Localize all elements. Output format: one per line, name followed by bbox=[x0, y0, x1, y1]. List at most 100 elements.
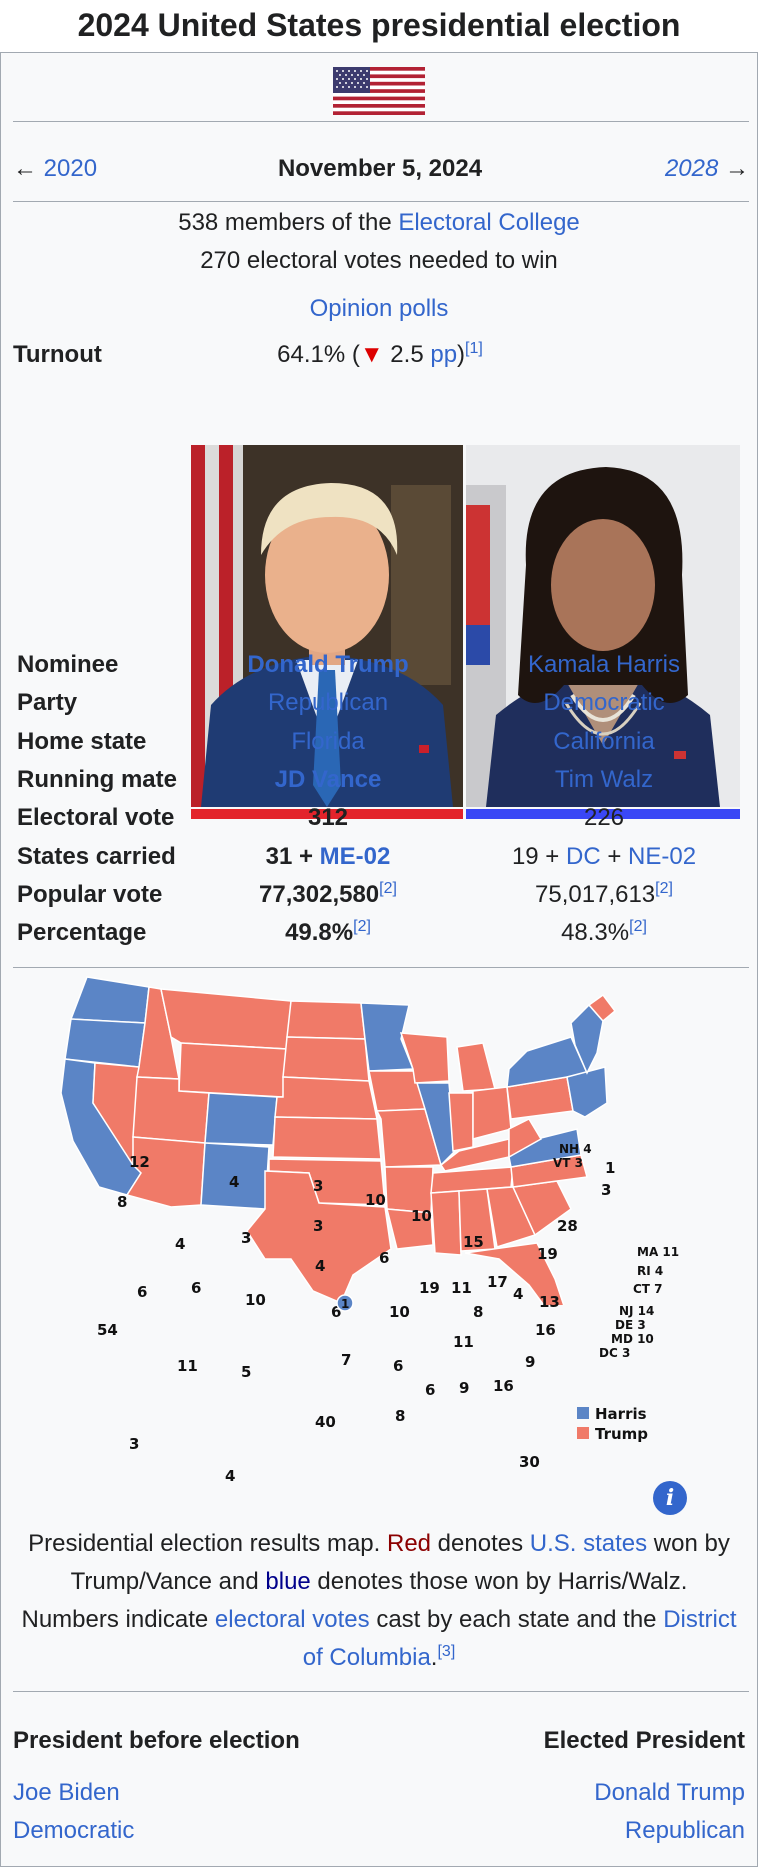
label-nc: 16 bbox=[535, 1321, 556, 1339]
decrease-triangle-icon: ▼ bbox=[359, 341, 384, 368]
plus-sign: + bbox=[600, 843, 629, 870]
democratic-party-link[interactable]: Democratic bbox=[467, 689, 741, 717]
trump-percentage: 49.8%[2] bbox=[191, 919, 465, 947]
harris-running-mate-link[interactable]: Tim Walz bbox=[467, 766, 741, 794]
percentage-label: Percentage bbox=[17, 919, 147, 946]
divider bbox=[13, 121, 749, 122]
ne-02-link[interactable]: NE-02 bbox=[628, 843, 696, 870]
label-ak: 3 bbox=[129, 1435, 139, 1453]
label-fl: 30 bbox=[519, 1453, 540, 1471]
trump-states-carried: 31 + ME-02 bbox=[191, 843, 465, 871]
label-ks: 6 bbox=[331, 1303, 341, 1321]
turnout-change: 2.5 bbox=[383, 341, 431, 368]
ref-link[interactable]: [2] bbox=[629, 918, 647, 935]
trump-home-state-link[interactable]: Florida bbox=[191, 728, 465, 756]
next-election-link[interactable]: 2028 → bbox=[665, 155, 749, 183]
president-before-label: President before election bbox=[13, 1727, 300, 1754]
divider bbox=[13, 967, 749, 968]
label-ar: 6 bbox=[393, 1357, 403, 1375]
harris-percentage: 48.3%[2] bbox=[467, 919, 741, 947]
republican-link[interactable]: Republican bbox=[625, 1817, 745, 1845]
ref-link[interactable]: [2] bbox=[353, 918, 371, 935]
trump-running-mate-link[interactable]: JD Vance bbox=[191, 766, 465, 794]
label-mo: 10 bbox=[389, 1303, 410, 1321]
running-mate-label: Running mate bbox=[17, 766, 177, 793]
arrow-right-icon: → bbox=[725, 155, 749, 182]
next-election-label: 2028 bbox=[664, 155, 719, 182]
label-ca: 54 bbox=[97, 1321, 118, 1339]
label-ms: 6 bbox=[425, 1381, 435, 1399]
trump-popular-vote: 77,302,580[2] bbox=[191, 881, 465, 909]
donald-trump-link[interactable]: Donald Trump bbox=[594, 1779, 745, 1807]
harris-popular-vote-value: 75,017,613 bbox=[535, 881, 656, 908]
electoral-college-link[interactable]: Electoral College bbox=[398, 209, 579, 236]
election-date: November 5, 2024 bbox=[277, 155, 483, 182]
harris-nominee-link[interactable]: Kamala Harris bbox=[467, 651, 741, 679]
label-nm: 5 bbox=[241, 1363, 251, 1381]
harris-home-state-link[interactable]: California bbox=[467, 728, 741, 756]
republican-party-link[interactable]: Republican bbox=[191, 689, 465, 717]
prev-election-label: 2020 bbox=[43, 155, 98, 182]
map-labels-layer bbox=[51, 973, 731, 1305]
pp-link[interactable]: pp bbox=[430, 341, 457, 368]
legend-trump-swatch bbox=[577, 1427, 589, 1439]
turnout-value: 64.1% (▼ 2.5 pp)[1] bbox=[201, 341, 559, 369]
us-map-image bbox=[60, 976, 617, 1305]
ref-link[interactable]: [2] bbox=[379, 880, 397, 897]
label-al: 9 bbox=[459, 1379, 469, 1397]
legend-harris-label: Harris bbox=[595, 1405, 647, 1423]
trump-nominee-link[interactable]: Donald Trump bbox=[191, 651, 465, 679]
harris-states-carried: 19 + DC + NE-02 bbox=[467, 843, 741, 871]
label-nj: NJ 14 bbox=[619, 1304, 654, 1318]
me-02-link[interactable]: ME-02 bbox=[320, 843, 391, 870]
ref-link[interactable]: [2] bbox=[655, 880, 673, 897]
label-tn: 11 bbox=[453, 1333, 474, 1351]
dc-link[interactable]: DC bbox=[566, 843, 601, 870]
trump-electoral-vote: 312 bbox=[307, 804, 349, 831]
ref-link[interactable]: [1] bbox=[465, 340, 483, 357]
label-md: MD 10 bbox=[611, 1332, 654, 1346]
legend-harris-swatch bbox=[577, 1407, 589, 1419]
states-carried-label: States carried bbox=[17, 843, 176, 870]
party-label: Party bbox=[17, 689, 78, 716]
label-ok: 7 bbox=[341, 1351, 351, 1369]
label-ky: 8 bbox=[473, 1303, 483, 1321]
caption-blue: blue bbox=[265, 1568, 311, 1595]
divider bbox=[13, 1691, 749, 1692]
electoral-college-line: 538 members of the Electoral College bbox=[1, 209, 757, 237]
harris-electoral-vote: 226 bbox=[583, 804, 625, 831]
electoral-votes-link[interactable]: electoral votes bbox=[215, 1606, 370, 1633]
legend-trump-label: Trump bbox=[595, 1425, 648, 1443]
us-states-link[interactable]: U.S. states bbox=[530, 1530, 647, 1557]
electoral-vote-label: Electoral vote bbox=[17, 804, 175, 831]
democratic-link[interactable]: Democratic bbox=[13, 1817, 134, 1845]
home-state-label: Home state bbox=[17, 728, 147, 755]
label-az: 11 bbox=[177, 1357, 198, 1375]
caption-text: Presidential election results map. bbox=[28, 1530, 387, 1557]
prev-election-link[interactable]: ← 2020 bbox=[13, 155, 97, 183]
label-hi: 4 bbox=[225, 1467, 235, 1485]
elected-president-label: Elected President bbox=[543, 1727, 745, 1754]
opinion-polls-link[interactable]: Opinion polls bbox=[1, 295, 757, 323]
info-icon[interactable]: i bbox=[653, 1481, 687, 1515]
divider bbox=[13, 201, 749, 202]
caption-red: Red bbox=[386, 1530, 432, 1557]
label-sc: 9 bbox=[525, 1353, 535, 1371]
map-caption: Presidential election results map. Red d… bbox=[21, 1525, 737, 1677]
harris-percentage-value: 48.3% bbox=[561, 919, 630, 946]
infobox: ← 2020 November 5, 2024 2028 → 538 membe… bbox=[0, 52, 758, 1867]
label-dc: DC 3 bbox=[599, 1346, 630, 1360]
arrow-left-icon: ← bbox=[13, 155, 37, 182]
votes-needed: 270 electoral votes needed to win bbox=[200, 247, 558, 274]
harris-states-count: 19 + bbox=[511, 843, 566, 870]
electoral-college-prefix: 538 members of the bbox=[178, 209, 399, 236]
opinion-polls-label: Opinion polls bbox=[309, 295, 449, 322]
label-de: DE 3 bbox=[615, 1318, 646, 1332]
label-tx: 40 bbox=[315, 1413, 336, 1431]
page-title: 2024 United States presidential election bbox=[77, 7, 681, 43]
joe-biden-link[interactable]: Joe Biden bbox=[13, 1779, 120, 1807]
ref-link[interactable]: [3] bbox=[437, 1643, 455, 1660]
popular-vote-label: Popular vote bbox=[17, 881, 163, 908]
label-la: 8 bbox=[395, 1407, 405, 1425]
trump-popular-vote-value: 77,302,580 bbox=[259, 881, 380, 908]
